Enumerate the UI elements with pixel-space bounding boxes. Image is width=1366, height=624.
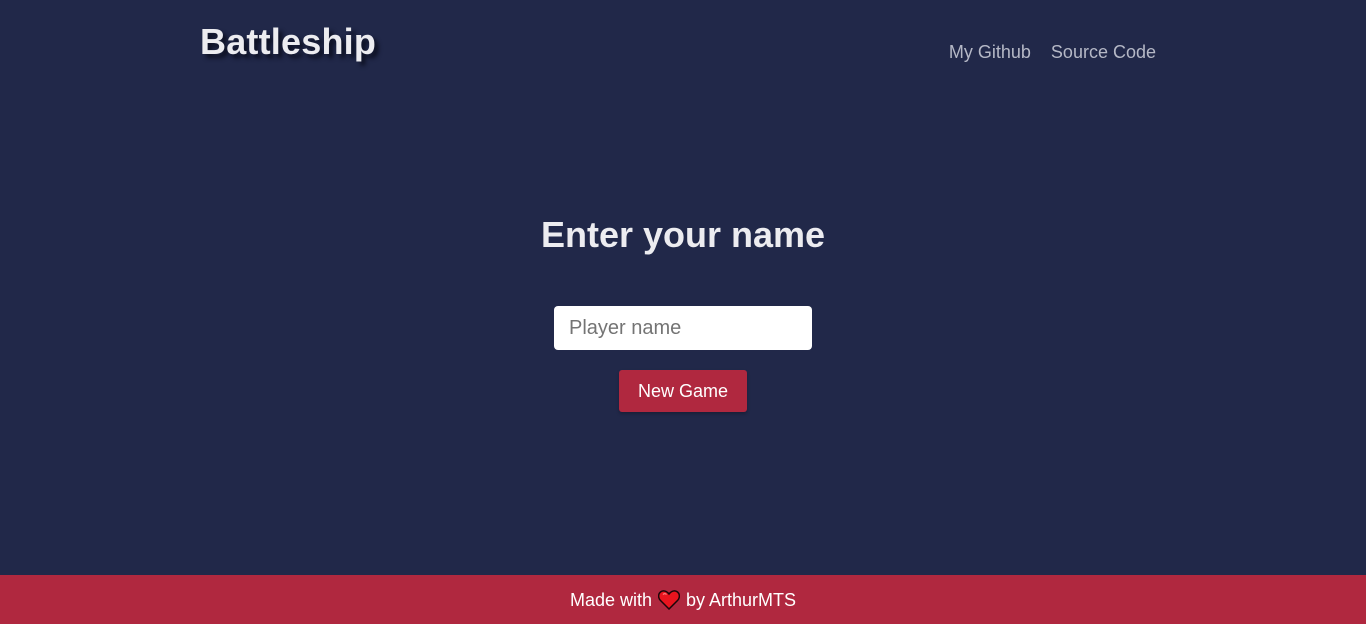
footer: Made with by ArthurMTS — [0, 575, 1366, 624]
footer-suffix: by ArthurMTS — [686, 589, 797, 610]
new-game-button[interactable]: New Game — [619, 370, 747, 412]
page-title: Enter your name — [540, 214, 826, 255]
footer-prefix: Made with — [569, 589, 652, 610]
heart-icon — [658, 589, 680, 610]
player-name-input[interactable] — [554, 306, 812, 350]
app-page: Battleship My Github Source Code Enter y… — [0, 0, 1366, 624]
main-content: Enter your name New Game — [0, 0, 1366, 575]
